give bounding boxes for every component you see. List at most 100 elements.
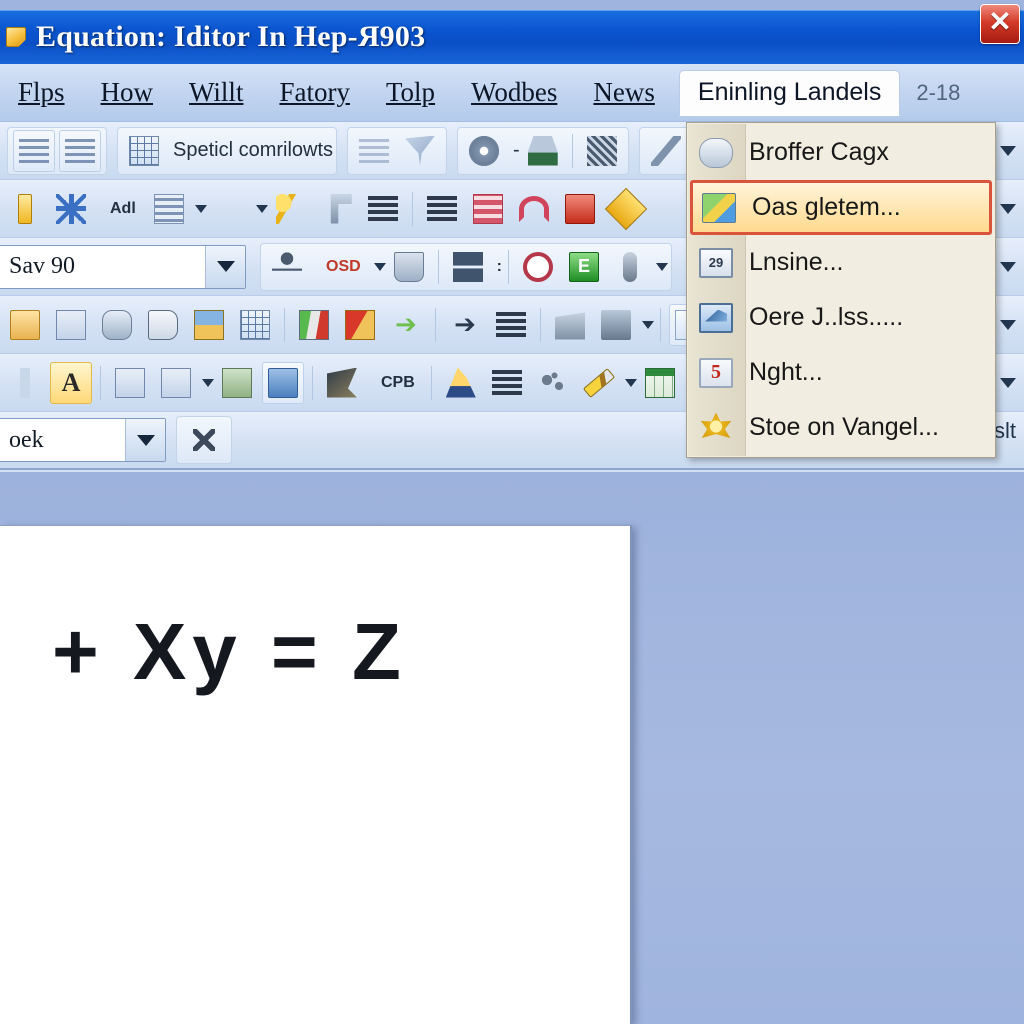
font-a-icon[interactable]: A xyxy=(50,361,92,404)
menu-item-willt[interactable]: Willt xyxy=(171,70,261,116)
film-icon[interactable] xyxy=(549,304,591,346)
menu-option-label: Nght... xyxy=(749,358,823,386)
chevron-down-icon[interactable] xyxy=(255,204,268,213)
close-button[interactable]: ✕ xyxy=(980,4,1020,44)
scissors-button[interactable] xyxy=(176,416,232,464)
blue-doc-icon[interactable] xyxy=(50,304,92,346)
pill-icon[interactable] xyxy=(609,246,651,288)
spacer-tool xyxy=(209,188,251,230)
cpb-icon[interactable]: CPB xyxy=(367,362,423,404)
zoom-combo[interactable]: oek xyxy=(0,418,166,462)
row2-edge-icon[interactable] xyxy=(4,188,46,230)
pencil-icon[interactable] xyxy=(578,362,620,404)
menu-item-fatory[interactable]: Fatory xyxy=(261,70,368,116)
align-justify-icon[interactable] xyxy=(421,188,463,230)
target-icon[interactable] xyxy=(517,246,559,288)
equation-text[interactable]: + Xy = Z xyxy=(52,606,407,698)
layout-icon[interactable] xyxy=(447,246,489,288)
toolbar-overflow-caret-4[interactable] xyxy=(1000,320,1016,330)
folder-open-icon[interactable] xyxy=(4,304,46,346)
toolbar-overflow-caret-1[interactable] xyxy=(1000,146,1016,156)
presentation-icon[interactable] xyxy=(595,304,637,346)
chevron-down-icon[interactable] xyxy=(373,262,386,271)
bird-dark-icon[interactable] xyxy=(321,362,363,404)
stacked-doc-icon[interactable] xyxy=(155,362,197,404)
arrow-right-icon[interactable] xyxy=(444,304,486,346)
tools-icon[interactable] xyxy=(581,130,623,172)
page-right-icon[interactable] xyxy=(59,129,101,172)
menu-label: News xyxy=(593,77,655,107)
green-arrow-icon[interactable] xyxy=(385,304,427,346)
gear-icon[interactable] xyxy=(463,130,505,172)
check-mark-icon[interactable] xyxy=(645,130,687,172)
menu-item-news[interactable]: News xyxy=(575,70,673,116)
stack-lines-icon[interactable] xyxy=(148,188,190,230)
pipe-tool-icon[interactable] xyxy=(316,188,358,230)
special-commands-label: Speticl comrilowts xyxy=(173,139,334,161)
bird-icon[interactable] xyxy=(399,130,441,172)
calendar-icon: 29 xyxy=(693,243,739,283)
menu-option-lnsine[interactable]: 29 Lnsine... xyxy=(687,235,995,290)
row5-edge-icon[interactable] xyxy=(4,362,46,404)
chevron-down-icon[interactable] xyxy=(125,419,165,461)
note-icon[interactable] xyxy=(216,362,258,404)
toolbar-overflow-caret-5[interactable] xyxy=(1000,378,1016,388)
chevron-down-icon[interactable] xyxy=(202,378,214,387)
cart-icon[interactable] xyxy=(353,130,395,172)
person-icon[interactable] xyxy=(266,246,308,288)
cloud-icon xyxy=(693,133,739,173)
toolbar-group-6 xyxy=(638,126,693,175)
copy-red-icon[interactable] xyxy=(559,188,601,230)
people-icon[interactable] xyxy=(293,304,335,346)
inbox-icon[interactable] xyxy=(388,246,430,288)
green-e-icon[interactable]: E xyxy=(563,246,605,288)
chevron-down-icon[interactable] xyxy=(194,204,207,213)
hand-icon[interactable] xyxy=(142,304,184,346)
menu-item-wodbes[interactable]: Wodbes xyxy=(453,70,575,116)
menu-item-how[interactable]: How xyxy=(83,70,172,116)
align-left-icon[interactable] xyxy=(362,188,404,230)
menu-item-flps[interactable]: Flps xyxy=(0,70,83,116)
upload-folder-icon[interactable] xyxy=(188,304,230,346)
dropdown-menu: Broffer Cagx Oas gletem... 29 Lnsine... … xyxy=(686,122,996,458)
menu-option-broffer-cagx[interactable]: Broffer Cagx xyxy=(687,125,995,180)
diamond-icon[interactable] xyxy=(604,187,647,230)
copy-page-icon[interactable] xyxy=(109,362,151,404)
osd-icon[interactable]: OSD xyxy=(312,246,369,288)
flame-icon[interactable] xyxy=(440,362,482,404)
menu-option-label: Oas gletem... xyxy=(752,193,901,221)
photo-icon[interactable] xyxy=(262,361,304,404)
splatter-icon[interactable] xyxy=(532,362,574,404)
align-lines-icon[interactable] xyxy=(486,362,528,404)
key-icon[interactable] xyxy=(270,188,312,230)
menu-option-stoe-on-vangel[interactable]: Stoe on Vangel... xyxy=(687,400,995,455)
calendar-click-icon[interactable] xyxy=(234,304,276,346)
text-icon[interactable]: Adl xyxy=(96,188,144,230)
page-left-icon[interactable] xyxy=(13,129,55,172)
menu-item-eninling-landels[interactable]: Eninling Landels xyxy=(678,69,901,116)
chevron-down-icon[interactable] xyxy=(656,262,668,271)
chevron-down-icon[interactable] xyxy=(642,320,654,329)
style-combo[interactable]: Sav 90 xyxy=(0,244,246,289)
headset-icon[interactable] xyxy=(513,188,555,230)
stamp-icon[interactable] xyxy=(522,130,564,172)
spreadsheet-icon[interactable] xyxy=(639,362,681,404)
toolbar-overflow-caret-2[interactable] xyxy=(1000,204,1016,214)
document-page[interactable]: + Xy = Z xyxy=(0,525,632,1024)
menu-option-oas-gletem[interactable]: Oas gletem... xyxy=(690,180,992,235)
toolbar-group-row3: OSD : E xyxy=(260,242,672,291)
menu-option-oere-jlss[interactable]: Oere J..lss..... xyxy=(687,290,995,345)
chevron-down-icon[interactable] xyxy=(205,245,245,288)
red-folder-icon[interactable] xyxy=(339,304,381,346)
lines-icon[interactable] xyxy=(490,304,532,346)
menu-label: Flps xyxy=(18,77,65,107)
toolbar-overflow-caret-3[interactable] xyxy=(1000,262,1016,272)
menu-label: Willt xyxy=(189,77,244,107)
chevron-down-icon[interactable] xyxy=(624,378,637,387)
special-commands-button[interactable]: Speticl comrilowts xyxy=(117,126,338,175)
red-table-icon[interactable] xyxy=(467,188,509,230)
snowflake-icon[interactable] xyxy=(50,188,92,230)
menu-item-tolp[interactable]: Tolp xyxy=(368,70,453,116)
menu-option-nght[interactable]: 5 Nght... xyxy=(687,345,995,400)
printer-icon[interactable] xyxy=(96,304,138,346)
